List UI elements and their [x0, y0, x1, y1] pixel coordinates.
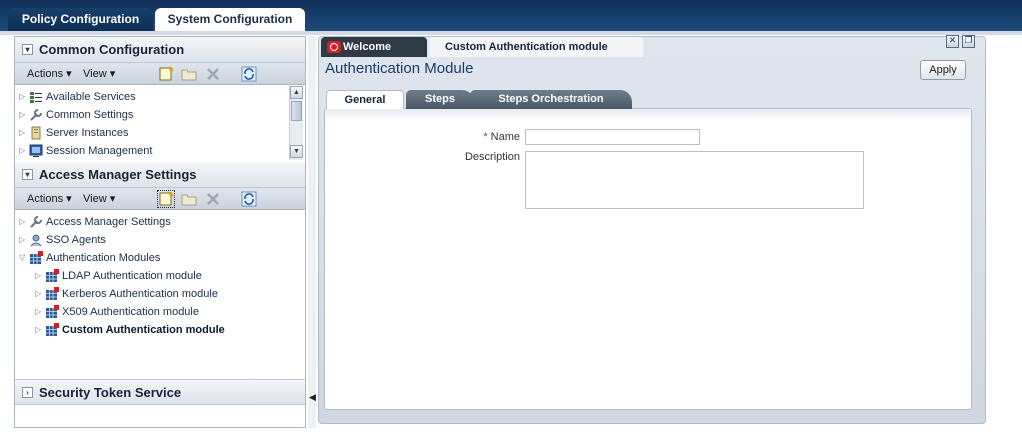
- delete-icon[interactable]: [205, 191, 221, 207]
- tab-system-configuration[interactable]: System Configuration: [155, 8, 305, 31]
- panel-splitter[interactable]: [308, 36, 316, 428]
- scroll-thumb[interactable]: [291, 101, 302, 121]
- expand-icon: ▷: [35, 289, 42, 299]
- module-icon: [45, 287, 59, 301]
- folder-icon[interactable]: [181, 66, 197, 82]
- tree-item-x509-authentication-module[interactable]: ▷ X509 Authentication module: [35, 303, 199, 321]
- tree-item-session-management[interactable]: ▷ Session Management: [19, 142, 152, 160]
- actions-menu[interactable]: Actions ▾: [27, 67, 72, 80]
- agent-icon: [29, 233, 43, 247]
- apply-button[interactable]: Apply: [920, 60, 966, 80]
- common-configuration-scrollbar[interactable]: ▲ ▼: [289, 86, 303, 160]
- tree-item-access-manager-settings[interactable]: ▷ Access Manager Settings: [19, 213, 171, 231]
- expand-icon: ▷: [35, 325, 42, 335]
- collapse-icon[interactable]: ▾: [22, 44, 33, 55]
- expand-icon: ▷: [19, 110, 26, 120]
- description-textarea[interactable]: [525, 151, 864, 209]
- expand-icon: ▷: [19, 235, 26, 245]
- view-menu[interactable]: View ▾: [83, 67, 115, 80]
- expand-icon: ▷: [35, 307, 42, 317]
- module-icon: [45, 305, 59, 319]
- accordion-title: Security Token Service: [39, 385, 182, 400]
- accordion-title: Access Manager Settings: [39, 167, 197, 182]
- close-icon[interactable]: ✕: [946, 35, 959, 48]
- expand-icon: ▷: [19, 146, 26, 156]
- module-icon: [29, 251, 43, 265]
- access-manager-toolbar: Actions ▾ View ▾: [15, 188, 305, 210]
- tree-item-available-services[interactable]: ▷ Available Services: [19, 88, 136, 106]
- description-label: Description: [464, 151, 520, 163]
- expand-icon[interactable]: ›: [22, 387, 33, 398]
- scroll-up-icon[interactable]: ▲: [290, 86, 303, 99]
- required-marker: *: [483, 131, 488, 143]
- expand-icon: ▷: [19, 217, 26, 227]
- tree-item-sso-agents[interactable]: ▷ SSO Agents: [19, 231, 106, 249]
- collapse-icon[interactable]: ▾: [22, 169, 33, 180]
- accordion-common-configuration[interactable]: ▾ Common Configuration: [15, 37, 305, 63]
- collapse-node-icon: ▽: [19, 253, 26, 263]
- tab-welcome[interactable]: Welcome: [321, 37, 427, 57]
- wrench-icon: [29, 108, 43, 122]
- scroll-down-icon[interactable]: ▼: [290, 145, 303, 158]
- expand-icon: ▷: [19, 128, 26, 138]
- collapse-left-panel-icon[interactable]: ◀: [309, 393, 316, 403]
- new-icon[interactable]: [158, 66, 174, 82]
- accordion-title: Common Configuration: [39, 42, 185, 57]
- tree-item-common-settings[interactable]: ▷ Common Settings: [19, 106, 133, 124]
- tab-steps-orchestration[interactable]: Steps Orchestration: [470, 90, 632, 109]
- tree-item-kerberos-authentication-module[interactable]: ▷ Kerberos Authentication module: [35, 285, 218, 303]
- accordion-security-token-service[interactable]: › Security Token Service: [15, 379, 305, 405]
- server-icon: [29, 126, 43, 140]
- refresh-icon[interactable]: [241, 191, 257, 207]
- tab-policy-configuration[interactable]: Policy Configuration: [8, 8, 153, 31]
- tree-item-custom-authentication-module[interactable]: ▷ Custom Authentication module: [35, 321, 225, 339]
- tab-general[interactable]: General: [326, 90, 404, 109]
- tree-item-authentication-modules[interactable]: ▽ Authentication Modules: [19, 249, 160, 267]
- module-icon: [45, 269, 59, 283]
- oracle-logo-icon: [327, 41, 341, 53]
- name-input[interactable]: [525, 129, 700, 145]
- monitor-icon: [29, 144, 43, 158]
- page-title: Authentication Module: [325, 60, 474, 77]
- top-navigation-bar: Policy Configuration System Configuratio…: [0, 0, 1022, 31]
- accordion-access-manager-settings[interactable]: ▾ Access Manager Settings: [15, 162, 305, 188]
- services-icon: [29, 90, 43, 104]
- refresh-icon[interactable]: [241, 66, 257, 82]
- expand-icon: ▷: [35, 271, 42, 281]
- wrench-icon: [29, 215, 43, 229]
- left-navigation-panel: ▾ Common Configuration Actions ▾ View ▾ …: [14, 36, 306, 428]
- new-icon[interactable]: [157, 190, 175, 208]
- name-label: * Name: [483, 131, 520, 143]
- tree-item-server-instances[interactable]: ▷ Server Instances: [19, 124, 129, 142]
- tab-custom-authentication-module[interactable]: Custom Authentication module: [429, 37, 643, 57]
- maximize-icon[interactable]: ❐: [962, 35, 975, 48]
- delete-icon[interactable]: [205, 66, 221, 82]
- content-band: [325, 109, 971, 121]
- view-menu[interactable]: View ▾: [83, 192, 115, 205]
- common-configuration-toolbar: Actions ▾ View ▾: [15, 63, 305, 85]
- access-manager-tree: ▷ Access Manager Settings ▷ SSO Agents ▽ Au…: [15, 211, 305, 377]
- folder-icon[interactable]: [181, 191, 197, 207]
- tab-steps[interactable]: Steps: [406, 90, 474, 109]
- expand-icon: ▷: [19, 92, 26, 102]
- module-icon: [45, 323, 59, 337]
- top-divider: [0, 31, 1022, 35]
- common-configuration-tree: ▷ Available Services ▷ Common Settings ▷ Se…: [15, 86, 305, 160]
- actions-menu[interactable]: Actions ▾: [27, 192, 72, 205]
- tree-item-ldap-authentication-module[interactable]: ▷ LDAP Authentication module: [35, 267, 202, 285]
